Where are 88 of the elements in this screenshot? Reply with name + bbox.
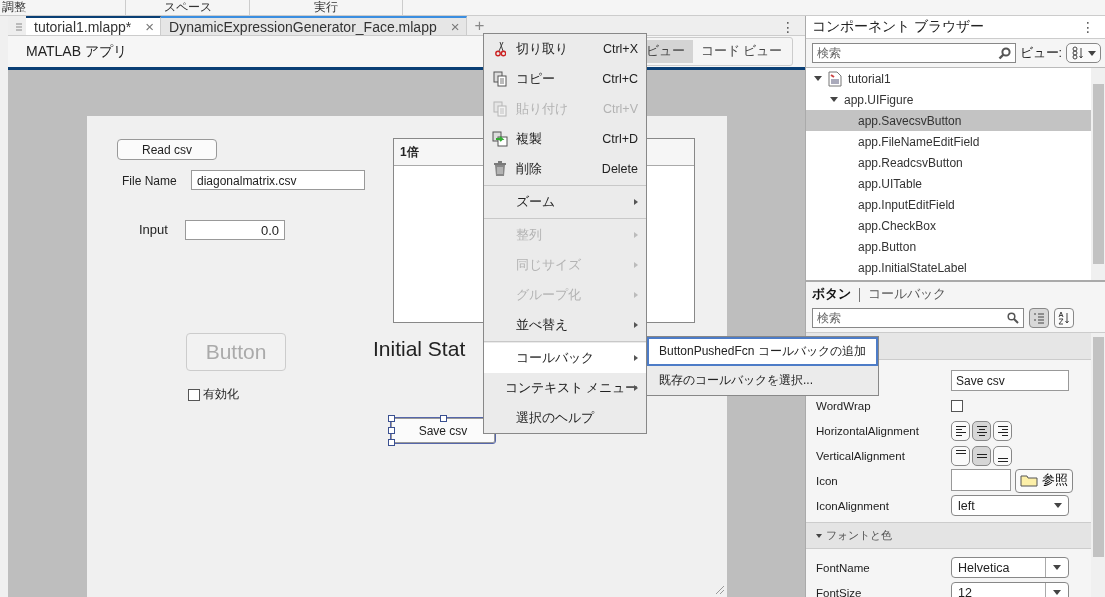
property-label: FontSize — [816, 586, 863, 597]
combo-box[interactable]: Helvetica — [951, 557, 1069, 578]
panel-title: コンポーネント ブラウザー — [812, 18, 984, 36]
tree-item[interactable]: app.UIFigure — [806, 89, 1091, 110]
alignment-button[interactable] — [993, 445, 1012, 466]
view-toggle-button[interactable]: コード ビュー — [692, 40, 790, 63]
menu-icon[interactable]: ⋮ — [771, 16, 805, 35]
file-name-field[interactable]: diagonalmatrix.csv — [191, 170, 365, 190]
section-header[interactable]: フォントと色 — [806, 522, 1091, 549]
alignment-button[interactable] — [972, 445, 991, 466]
alignment-icon — [955, 449, 966, 454]
input-field[interactable]: 0.0 — [185, 220, 285, 240]
search-icon — [1007, 312, 1019, 324]
alignment-icon — [997, 457, 1008, 462]
alignment-icon — [976, 453, 987, 458]
combo-box[interactable]: 12 — [951, 582, 1069, 597]
paste-icon — [493, 101, 507, 117]
sort-icon — [1058, 311, 1070, 325]
menu-item[interactable]: 既存のコールバックを選択... — [647, 366, 878, 395]
inspector-tab[interactable]: ボタン — [812, 286, 851, 303]
view-label: ビュー: — [1019, 44, 1062, 62]
view-dropdown[interactable] — [1066, 43, 1101, 63]
field-label: File Name — [122, 174, 177, 188]
menu-item[interactable]: コールバック — [484, 343, 646, 373]
duplicate-icon — [492, 131, 508, 147]
search-icon — [997, 46, 1011, 60]
alignment-button[interactable] — [993, 420, 1012, 441]
tree-item[interactable]: app.InitialStateLabel — [806, 257, 1091, 278]
property-label: WordWrap — [816, 399, 872, 412]
folder-icon — [1020, 474, 1038, 487]
tree-item[interactable]: app.UITable — [806, 173, 1091, 194]
document-tab[interactable]: DynamicExpressionGenerator_Face.mlapp × — [161, 16, 467, 35]
toolstrip-section-label: 調整 — [0, 0, 126, 15]
tree-item[interactable]: app.ReadcsvButton — [806, 152, 1091, 173]
menu-item[interactable]: コピー Ctrl+C — [484, 64, 646, 94]
checkbox[interactable] — [951, 399, 963, 412]
tree-item[interactable]: tutorial1 — [806, 68, 1091, 89]
copy-icon — [493, 71, 507, 87]
scrollbar[interactable] — [1091, 333, 1105, 597]
save-csv-button[interactable]: Save csv — [391, 418, 495, 443]
property-label: VerticalAlignment — [816, 449, 906, 462]
menu-item[interactable]: 切り取り Ctrl+X — [484, 34, 646, 64]
menu-item[interactable]: 並べ替え — [484, 310, 646, 340]
alignment-icon — [997, 425, 1008, 436]
list-icon — [1033, 312, 1045, 324]
alignment-icon — [955, 425, 966, 436]
checkbox-label: 有効化 — [203, 386, 239, 403]
alignment-button[interactable] — [951, 445, 970, 466]
search-field[interactable]: 検索 — [812, 43, 1016, 63]
toolstrip-section-label: スペース — [126, 0, 250, 15]
menu-icon[interactable]: ⋮ — [1071, 16, 1105, 38]
tree-item[interactable]: app.SavecsvButton — [806, 110, 1091, 131]
checkbox[interactable] — [188, 388, 200, 401]
menu-item[interactable]: ズーム — [484, 187, 646, 217]
icon-field[interactable] — [951, 468, 1011, 491]
read-csv-button[interactable]: Read csv — [117, 139, 217, 160]
close-icon[interactable]: × — [450, 18, 460, 35]
scrollbar[interactable] — [1091, 68, 1105, 280]
text-field[interactable]: Save csv — [951, 370, 1069, 391]
property-label: FontName — [816, 561, 871, 574]
alignment-icon — [976, 425, 987, 436]
grouped-view-button[interactable] — [1029, 308, 1049, 328]
tree-item[interactable]: app.Button — [806, 236, 1091, 257]
menu-item[interactable]: ButtonPushedFcn コールバックの追加 — [647, 337, 878, 366]
resize-grip-icon[interactable] — [713, 583, 725, 595]
document-tab[interactable]: tutorial1.mlapp* × — [26, 16, 162, 35]
browse-button[interactable]: 参照 — [1015, 468, 1073, 493]
state-label: Initial Stat — [373, 337, 466, 361]
tree-item[interactable]: app.InputEditField — [806, 194, 1091, 215]
sort-button[interactable] — [1054, 308, 1074, 328]
alignment-button[interactable] — [951, 420, 970, 441]
inspector-tab[interactable]: コールバック — [868, 286, 946, 303]
trash-icon — [493, 161, 507, 177]
scissors-icon — [494, 41, 506, 57]
tree-item[interactable]: app.CheckBox — [806, 215, 1091, 236]
app-title: MATLAB アプリ — [26, 42, 127, 61]
property-label: IconAlignment — [816, 499, 890, 512]
property-label: HorizontalAlignment — [816, 424, 920, 437]
dropdown[interactable]: left — [951, 495, 1069, 516]
sort-order-icon — [1071, 46, 1083, 60]
close-icon[interactable]: × — [145, 18, 155, 35]
grip-icon[interactable] — [16, 23, 22, 32]
field-label: Input — [139, 222, 168, 237]
property-label: Icon — [816, 474, 839, 487]
toolstrip-section-label: 実行 — [250, 0, 403, 15]
alignment-button[interactable] — [972, 420, 991, 441]
tree-item[interactable]: app.FileNameEditField — [806, 131, 1091, 152]
search-field[interactable]: 検索 — [812, 308, 1024, 328]
